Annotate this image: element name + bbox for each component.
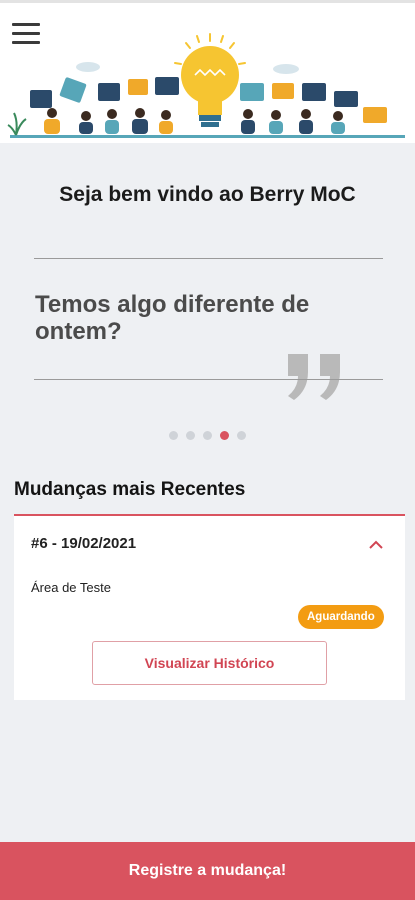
app-header (0, 0, 415, 143)
hamburger-menu-icon[interactable] (12, 23, 40, 47)
carousel-dot[interactable] (237, 431, 246, 440)
change-area: Área de Teste (31, 580, 111, 595)
view-history-button[interactable]: Visualizar Histórico (92, 641, 327, 685)
change-id-date: #6 - 19/02/2021 (31, 535, 137, 552)
welcome-title: Seja bem vindo ao Berry MoC (59, 183, 356, 206)
carousel-slide-text: Temos algo diferente de ontem? (35, 291, 310, 345)
status-badge: Aguardando (298, 605, 384, 629)
carousel-dot[interactable] (203, 431, 212, 440)
register-change-button[interactable]: Registre a mudança! (0, 842, 415, 900)
closing-quote-icon (288, 354, 340, 400)
carousel-bottom-divider (34, 379, 383, 380)
carousel-dot-active[interactable] (220, 431, 229, 440)
people-with-lightbulb-illustration (7, 33, 405, 138)
carousel-pagination[interactable] (0, 431, 415, 440)
recent-changes-title: Mudanças mais Recentes (14, 479, 246, 500)
carousel-dot[interactable] (186, 431, 195, 440)
carousel-dot[interactable] (169, 431, 178, 440)
change-card: #6 - 19/02/2021 Área de Teste Aguardando… (14, 514, 405, 700)
carousel-top-divider (34, 258, 383, 259)
carousel[interactable]: Temos algo diferente de ontem? (0, 258, 415, 408)
chevron-up-icon[interactable] (368, 540, 384, 550)
